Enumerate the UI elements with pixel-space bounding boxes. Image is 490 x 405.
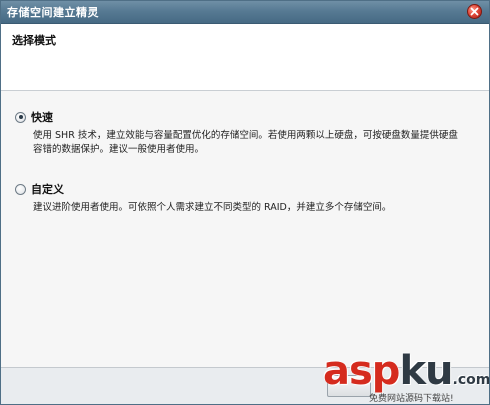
custom-radio-button[interactable] <box>15 183 26 195</box>
quick-radio-button[interactable] <box>15 111 26 123</box>
quick-radio-row[interactable]: 快速 <box>15 109 53 125</box>
custom-option-label[interactable]: 自定义 <box>31 181 64 197</box>
watermark-logo-suffix: .com <box>452 372 490 388</box>
watermark-logo-ku: ku <box>399 348 453 394</box>
header-panel: 选择模式 <box>1 24 489 91</box>
close-button[interactable] <box>467 4 482 19</box>
watermark-logo: aspku.com 免费网站源码下载站! <box>323 351 489 404</box>
quick-option-label[interactable]: 快速 <box>31 109 53 125</box>
custom-radio-row[interactable]: 自定义 <box>15 181 64 197</box>
content-area: 快速 使用 SHR 技术，建立效能与容量配置优化的存储空间。若使用两颗以上硬盘，… <box>1 91 489 361</box>
title-bar[interactable]: 存储空间建立精灵 <box>1 1 489 24</box>
close-icon <box>470 7 479 16</box>
watermark-subtitle: 免费网站源码下载站! <box>369 394 454 404</box>
quick-option-description: 使用 SHR 技术，建立效能与容量配置优化的存储空间。若使用两颗以上硬盘，可按硬… <box>33 130 458 155</box>
dialog-window: 存储空间建立精灵 选择模式 快速 使用 SHR 技术，建立效能与容量配置优化的存… <box>0 0 490 405</box>
watermark-logo-main: asp <box>323 348 400 394</box>
custom-option-description: 建议进阶使用者使用。可依照个人需求建立不同类型的 RAID，并建立多个存储空间。 <box>33 202 392 213</box>
window-title: 存储空间建立精灵 <box>7 6 99 19</box>
page-heading: 选择模式 <box>12 34 56 47</box>
